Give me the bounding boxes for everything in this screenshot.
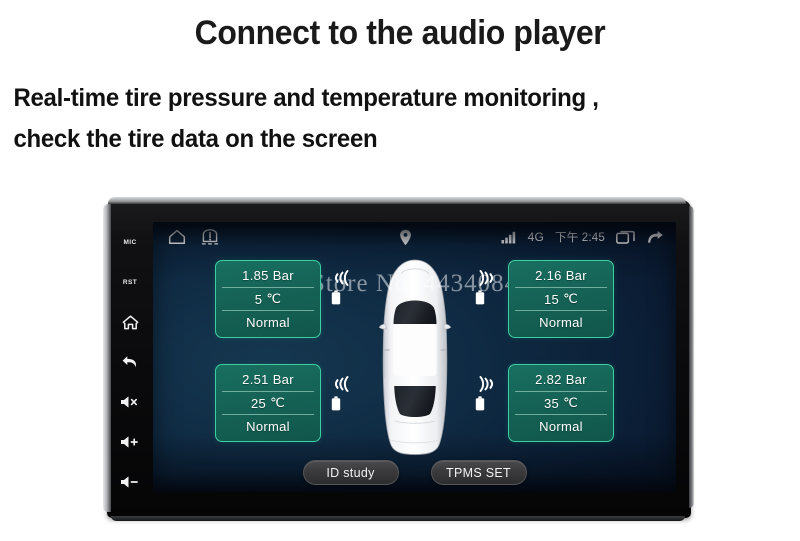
tire-temperature-value: 15 xyxy=(544,291,560,307)
action-button-row: ID study TPMS SET xyxy=(153,460,676,485)
tire-status-row: Normal xyxy=(515,414,607,438)
tire-temperature-unit: ℃ xyxy=(563,291,578,306)
device-right-edge xyxy=(689,206,694,508)
tire-status-row: Normal xyxy=(222,414,314,438)
tire-pressure-row: 2.16 Bar xyxy=(515,264,607,287)
volume-up-icon xyxy=(120,435,140,449)
volume-up-key[interactable] xyxy=(113,422,147,462)
clock-label: 下午 2:45 xyxy=(555,232,605,244)
tire-temperature-row: 15 ℃ xyxy=(515,286,607,311)
tire-pressure-unit: Bar xyxy=(272,371,294,387)
page-subtitle-line-2: check the tire data on the screen xyxy=(13,125,378,153)
page-title: Connect to the audio player xyxy=(194,14,606,52)
tire-temperature-unit: ℃ xyxy=(266,291,282,306)
promo-headings: Connect to the audio player Real-time ti… xyxy=(0,0,800,160)
sensor-indicator-rear-left xyxy=(331,372,355,422)
car-top-view-icon xyxy=(367,258,463,456)
reset-key[interactable]: RST xyxy=(113,262,147,302)
tire-status-value: Normal xyxy=(246,315,290,331)
back-icon xyxy=(121,354,139,370)
sensor-battery-icon xyxy=(475,396,499,411)
network-type-label: 4G xyxy=(527,230,545,244)
status-bar-right: 4G 下午 2:45 xyxy=(501,222,664,252)
tire-temperature-value: 35 xyxy=(544,395,560,411)
car-head-unit: MIC RST 4G 下午 2:45 Store No: 4434084 1.8… xyxy=(103,197,694,521)
sensor-signal-waves-icon xyxy=(475,372,499,396)
tire-status-row: Normal xyxy=(515,310,607,334)
mute-key[interactable] xyxy=(113,382,147,422)
sensor-battery-icon xyxy=(331,290,355,305)
tire-temperature-row: 25 ℃ xyxy=(222,390,314,415)
tire-temperature-row: 5 ℃ xyxy=(222,286,314,311)
device-bottom-edge xyxy=(111,516,685,521)
mic-key-label: MIC xyxy=(123,238,137,246)
tire-pressure-value: 2.51 xyxy=(242,371,269,387)
tire-pressure-unit: Bar xyxy=(272,267,294,283)
device-top-edge xyxy=(107,197,687,204)
reset-key-label: RST xyxy=(122,278,138,286)
tire-pressure-unit: Bar xyxy=(565,371,587,387)
tire-card-front-left[interactable]: 1.85 Bar 5 ℃ Normal xyxy=(215,260,321,338)
sensor-signal-waves-icon xyxy=(331,266,355,290)
tire-temperature-unit: ℃ xyxy=(270,395,285,410)
tire-status-row: Normal xyxy=(222,310,314,334)
sensor-indicator-front-left xyxy=(331,266,355,316)
sensor-battery-icon xyxy=(331,396,355,411)
tire-status-value: Normal xyxy=(246,419,290,435)
tire-pressure-row: 1.85 Bar xyxy=(222,264,314,287)
location-pin-icon xyxy=(399,229,412,246)
status-bar: 4G 下午 2:45 xyxy=(153,222,676,252)
mute-icon xyxy=(120,395,140,409)
tire-status-value: Normal xyxy=(539,419,583,435)
tire-pressure-row: 2.51 Bar xyxy=(222,368,314,391)
sensor-battery-icon xyxy=(475,290,499,305)
tire-pressure-value: 2.82 xyxy=(535,371,562,387)
page-subtitle-line-1: Real-time tire pressure and temperature … xyxy=(13,84,599,112)
cellular-signal-icon xyxy=(501,231,517,244)
tire-pressure-warning-icon[interactable] xyxy=(200,228,220,246)
tire-temperature-unit: ℃ xyxy=(563,395,578,410)
tire-card-rear-right[interactable]: 2.82 Bar 35 ℃ Normal xyxy=(508,364,614,442)
tire-pressure-row: 2.82 Bar xyxy=(515,368,607,391)
home-icon[interactable] xyxy=(168,229,186,245)
tire-pressure-unit: Bar xyxy=(565,267,587,283)
id-study-button[interactable]: ID study xyxy=(302,460,399,485)
hardware-key-strip: MIC RST xyxy=(107,200,153,518)
tire-card-front-right[interactable]: 2.16 Bar 15 ℃ Normal xyxy=(508,260,614,338)
tire-card-rear-left[interactable]: 2.51 Bar 25 ℃ Normal xyxy=(215,364,321,442)
recent-apps-icon[interactable] xyxy=(616,230,635,245)
touchscreen[interactable]: 4G 下午 2:45 Store No: 4434084 1.85 Bar 5 … xyxy=(153,222,676,492)
sensor-signal-waves-icon xyxy=(331,372,355,396)
mic-key[interactable]: MIC xyxy=(113,222,147,262)
tpms-set-button[interactable]: TPMS SET xyxy=(430,460,527,485)
tire-status-value: Normal xyxy=(539,315,583,331)
tire-temperature-value: 5 xyxy=(254,291,263,307)
back-arrow-icon[interactable] xyxy=(646,230,664,245)
sensor-indicator-rear-right xyxy=(475,372,499,422)
home-key[interactable] xyxy=(113,302,147,342)
status-bar-left xyxy=(168,228,220,246)
sensor-signal-waves-icon xyxy=(475,266,499,290)
volume-down-key[interactable] xyxy=(113,462,147,502)
volume-down-icon xyxy=(120,475,140,489)
home-icon xyxy=(122,314,139,330)
tire-pressure-value: 2.16 xyxy=(535,267,562,283)
tire-temperature-value: 25 xyxy=(251,395,267,411)
sensor-indicator-front-right xyxy=(475,266,499,316)
tire-pressure-value: 1.85 xyxy=(242,267,269,283)
back-key[interactable] xyxy=(113,342,147,382)
tire-temperature-row: 35 ℃ xyxy=(515,390,607,415)
